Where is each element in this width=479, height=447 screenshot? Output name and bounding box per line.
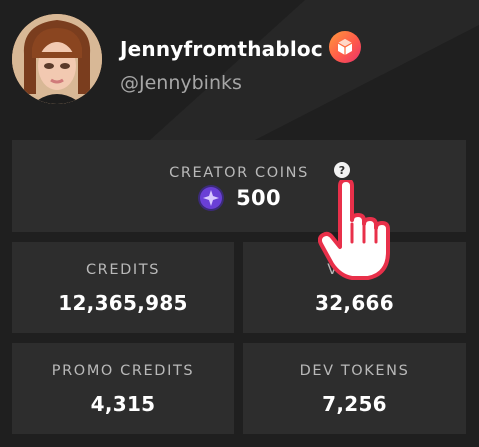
credits-value: 12,365,985 [58,291,188,315]
credits-label: CREDITS [85,262,161,278]
dev-tokens-label: DEV TOKENS [299,363,410,379]
dev-tokens-value: 7,256 [322,392,387,416]
vcoin-label: VCOIN [327,262,382,278]
display-name: Jennyfromthabloc [120,37,323,61]
creator-coins-value: 500 [236,186,281,210]
creator-coins-card[interactable]: CREATOR COINS ? 500 [12,140,466,232]
vcoin-card[interactable]: VCOIN 32,666 [243,242,466,333]
creator-coins-label: CREATOR COINS [169,165,309,181]
credits-card[interactable]: CREDITS 12,365,985 [12,242,234,333]
promo-credits-value: 4,315 [90,392,156,416]
username: @Jennybinks [120,72,242,94]
avatar-portrait-icon [12,14,102,104]
vip-cube-icon[interactable] [329,31,361,63]
avatar[interactable] [12,14,102,104]
dev-tokens-card[interactable]: DEV TOKENS 7,256 [243,343,466,434]
profile-header: Jennyfromthabloc @Jennybinks [12,14,472,124]
help-icon[interactable]: ? [334,162,350,178]
promo-credits-card[interactable]: PROMO CREDITS 4,315 [12,343,234,434]
vcoin-value: 32,666 [315,291,394,315]
creator-coin-icon [198,185,225,211]
promo-credits-label: PROMO CREDITS [51,363,195,379]
